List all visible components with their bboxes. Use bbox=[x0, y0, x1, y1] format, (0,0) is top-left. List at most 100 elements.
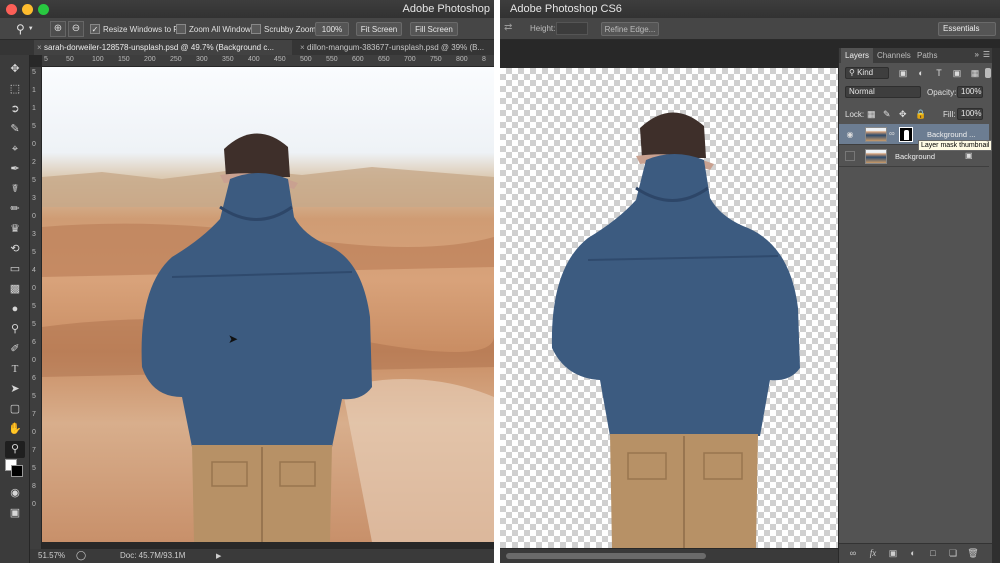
lock-all-icon[interactable]: 🔒 bbox=[915, 109, 926, 120]
status-menu-arrow-icon[interactable]: ▶ bbox=[216, 552, 221, 560]
layer-thumbnail[interactable] bbox=[865, 127, 887, 142]
quick-selection-tool-icon[interactable]: ✎ bbox=[5, 121, 25, 138]
maximize-window-button[interactable] bbox=[38, 4, 49, 15]
search-icon: ⚲ bbox=[849, 68, 855, 77]
screen-mode-icon[interactable]: ▣ bbox=[5, 505, 25, 522]
smart-object-filter-icon[interactable]: ▦ bbox=[969, 68, 981, 79]
lock-position-icon[interactable]: ✥ bbox=[899, 109, 907, 120]
dodge-tool-icon[interactable]: ⚲ bbox=[5, 321, 25, 338]
tab-paths[interactable]: Paths bbox=[913, 48, 941, 63]
filter-toggle[interactable] bbox=[985, 68, 991, 78]
tab-layers[interactable]: Layers bbox=[841, 48, 874, 63]
lock-image-icon[interactable]: ✎ bbox=[883, 109, 891, 120]
panel-menu-icon[interactable]: ☰ bbox=[983, 50, 990, 59]
canvas-area-top bbox=[500, 40, 838, 68]
zoom-out-icon[interactable]: ⊖ bbox=[68, 21, 84, 37]
lock-transparency-icon[interactable]: ▦ bbox=[867, 109, 876, 120]
layer-thumbnail[interactable] bbox=[865, 149, 887, 164]
close-tab-icon[interactable]: × bbox=[37, 40, 42, 55]
tab-sarah-dorweiler[interactable]: × sarah-dorweiler-128578-unsplash.psd @ … bbox=[34, 40, 292, 55]
scrubby-zoom-checkbox[interactable]: Scrubby Zoom bbox=[251, 21, 316, 37]
marquee-tool-icon[interactable]: ⬚ bbox=[5, 81, 25, 98]
ruler-tick: 5 bbox=[32, 321, 36, 328]
history-brush-tool-icon[interactable]: ⟲ bbox=[5, 241, 25, 258]
new-group-icon[interactable]: □ bbox=[927, 548, 939, 558]
collapse-panel-icon[interactable]: » bbox=[975, 50, 979, 59]
link-layers-icon[interactable]: ∞ bbox=[847, 548, 859, 558]
zoom-all-windows-checkbox[interactable]: Zoom All Windows bbox=[176, 21, 255, 37]
clone-stamp-tool-icon[interactable]: ♛ bbox=[5, 221, 25, 238]
workspace-switcher[interactable]: Essentials bbox=[938, 22, 996, 36]
type-tool-icon[interactable]: T bbox=[5, 361, 25, 378]
quick-mask-icon[interactable]: ◉ bbox=[5, 485, 25, 502]
eraser-tool-icon[interactable]: ▭ bbox=[5, 261, 25, 278]
shape-filter-icon[interactable]: ▣ bbox=[951, 68, 963, 79]
layer-name[interactable]: Background ... bbox=[927, 130, 975, 139]
visibility-off-box[interactable] bbox=[845, 151, 855, 161]
delete-layer-icon[interactable]: 🗑 bbox=[967, 548, 979, 559]
hand-tool-icon[interactable]: ✋ bbox=[5, 421, 25, 438]
link-chain-icon[interactable]: ∞ bbox=[889, 129, 895, 138]
ruler-tick: 5 bbox=[32, 249, 36, 256]
tab-label: dillon-mangum-383677-unsplash.psd @ 39% … bbox=[307, 43, 485, 52]
new-layer-icon[interactable]: ❏ bbox=[947, 548, 959, 559]
scrollbar-thumb[interactable] bbox=[506, 553, 706, 559]
eyedropper-tool-icon[interactable]: ✒ bbox=[5, 161, 25, 178]
document-canvas[interactable]: ➤ bbox=[42, 67, 494, 542]
zoom-tool-icon[interactable]: ⚲ bbox=[5, 441, 25, 458]
type-filter-icon[interactable]: T bbox=[933, 68, 945, 79]
zoom-tool-preset[interactable]: ⚲ ▼ bbox=[16, 21, 34, 37]
fit-screen-button[interactable]: Fit Screen bbox=[356, 22, 402, 36]
adjustment-filter-icon[interactable]: ◐ bbox=[915, 68, 927, 79]
zoom-100-button[interactable]: 100% bbox=[315, 22, 349, 36]
vertical-ruler: 5 1 1 5 0 2 5 3 0 3 5 4 0 5 5 6 0 6 5 7 … bbox=[30, 67, 42, 549]
layer-mask-thumbnail[interactable] bbox=[899, 127, 913, 142]
eye-visibility-icon[interactable]: ◉ bbox=[845, 130, 855, 140]
fill-screen-button[interactable]: Fill Screen bbox=[410, 22, 458, 36]
fill-input[interactable]: 100% bbox=[957, 108, 983, 120]
adjustment-layer-icon[interactable]: ◐ bbox=[907, 548, 919, 558]
swap-arrows-icon[interactable]: ⇄ bbox=[504, 22, 512, 33]
close-window-button[interactable] bbox=[6, 4, 17, 15]
status-info-icon[interactable]: ◯ bbox=[76, 550, 86, 561]
rectangle-tool-icon[interactable]: ▢ bbox=[5, 401, 25, 418]
background-color-swatch[interactable] bbox=[11, 465, 23, 477]
lasso-tool-icon[interactable]: ➲ bbox=[5, 101, 25, 118]
zoom-level[interactable]: 51.57% bbox=[38, 551, 65, 560]
scrubby-zoom-label: Scrubby Zoom bbox=[264, 24, 317, 34]
pen-tool-icon[interactable]: ✐ bbox=[5, 341, 25, 358]
zoom-in-icon[interactable]: ⊕ bbox=[50, 21, 66, 37]
mouse-pointer-icon: ➤ bbox=[228, 332, 239, 346]
close-tab-icon[interactable]: × bbox=[300, 40, 305, 55]
move-tool-icon[interactable]: ✥ bbox=[5, 61, 25, 78]
document-canvas-transparent[interactable] bbox=[500, 68, 838, 548]
add-mask-icon[interactable]: ▣ bbox=[887, 548, 899, 559]
options-bar: ⇄ Height: Refine Edge... Essentials bbox=[500, 18, 1000, 40]
path-selection-tool-icon[interactable]: ➤ bbox=[5, 381, 25, 398]
minimize-window-button[interactable] bbox=[22, 4, 33, 15]
tab-dillon-mangum[interactable]: × dillon-mangum-383677-unsplash.psd @ 39… bbox=[297, 40, 494, 55]
pixel-filter-icon[interactable]: ▣ bbox=[897, 68, 909, 79]
lock-label: Lock: bbox=[845, 110, 865, 119]
refine-edge-button[interactable]: Refine Edge... bbox=[601, 22, 659, 36]
gradient-tool-icon[interactable]: ▩ bbox=[5, 281, 25, 298]
kind-filter-dropdown[interactable]: ⚲ Kind bbox=[845, 67, 889, 79]
layer-name[interactable]: Background bbox=[895, 152, 935, 161]
crop-tool-icon[interactable]: ⌖ bbox=[5, 141, 25, 158]
panel-tabs: Layers Channels Paths » ☰ bbox=[839, 48, 993, 63]
brush-tool-icon[interactable]: ✏ bbox=[5, 201, 25, 218]
fx-icon[interactable]: fx bbox=[867, 548, 879, 558]
tab-channels[interactable]: Channels bbox=[873, 48, 915, 63]
ruler-tick: 6 bbox=[32, 375, 36, 382]
blur-tool-icon[interactable]: ● bbox=[5, 301, 25, 318]
blend-mode-dropdown[interactable]: Normal bbox=[845, 86, 921, 98]
lock-row: Lock: ▦ ✎ ✥ 🔒 Fill: 100% bbox=[839, 108, 993, 122]
photo-man-canyon bbox=[42, 133, 494, 542]
opacity-input[interactable]: 100% bbox=[957, 86, 983, 98]
ruler-tick: 250 bbox=[170, 56, 182, 63]
resize-windows-checkbox[interactable]: ✓ Resize Windows to Fit bbox=[90, 21, 182, 37]
horizontal-scrollbar[interactable] bbox=[500, 549, 838, 563]
app-title: Adobe Photoshop CS6 bbox=[510, 3, 622, 15]
healing-brush-tool-icon[interactable]: ☤ bbox=[5, 181, 25, 198]
height-input[interactable] bbox=[556, 22, 588, 35]
